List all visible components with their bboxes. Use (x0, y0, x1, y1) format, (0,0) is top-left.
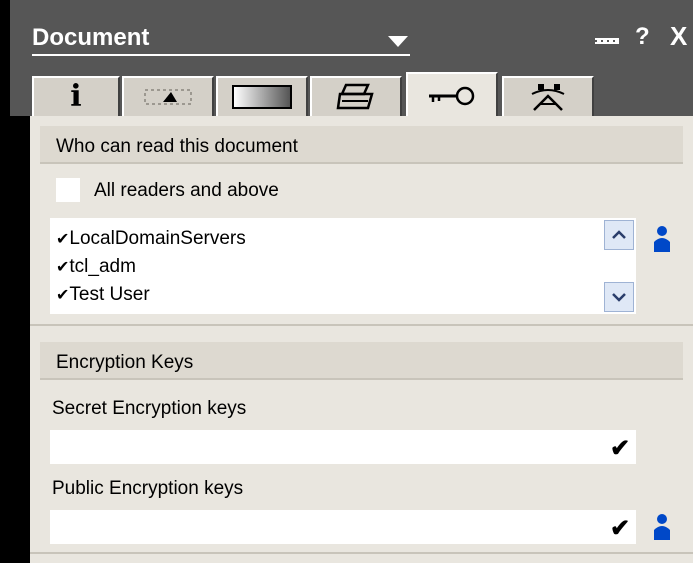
section-divider (30, 324, 693, 326)
tab-network[interactable] (502, 76, 594, 116)
printer-icon (336, 83, 374, 110)
help-icon[interactable]: ? (635, 23, 650, 51)
window-frame: Document ? X i Who can read this documen… (0, 0, 693, 563)
dropdown-arrow-icon[interactable] (388, 36, 408, 47)
tab-strip: i (10, 64, 693, 118)
scroll-down-button[interactable] (604, 282, 634, 312)
network-icon (531, 84, 565, 111)
close-icon[interactable]: X (670, 21, 687, 52)
check-icon: ✔ (56, 259, 70, 276)
public-keys-label: Public Encryption keys (52, 478, 244, 499)
person-icon[interactable] (652, 224, 672, 254)
check-icon: ✔ (56, 287, 70, 304)
title-underline (32, 54, 410, 56)
chevron-down-icon (612, 293, 626, 302)
scroll-up-button[interactable] (604, 220, 634, 250)
readers-listbox[interactable]: ✔LocalDomainServers ✔tcl_adm ✔Test User (50, 218, 606, 314)
field-icon (144, 89, 192, 105)
tab-field[interactable] (122, 76, 214, 116)
tab-printer[interactable] (310, 76, 402, 116)
tab-encryption[interactable] (406, 72, 498, 118)
all-readers-label: All readers and above (94, 180, 279, 201)
reader-name: Test User (69, 284, 150, 305)
public-keys-field[interactable] (50, 510, 636, 544)
list-item[interactable]: ✔Test User (56, 284, 150, 306)
section-header-encryption: Encryption Keys (40, 342, 683, 380)
list-item[interactable]: ✔LocalDomainServers (56, 228, 246, 250)
tab-gradient[interactable] (216, 76, 308, 116)
all-readers-checkbox[interactable] (56, 178, 80, 202)
key-icon (429, 86, 475, 106)
check-icon[interactable]: ✔ (610, 434, 630, 463)
title-bar: Document ? X (10, 0, 693, 64)
chevron-up-icon (612, 230, 626, 239)
list-item[interactable]: ✔tcl_adm (56, 256, 136, 278)
gradient-icon (232, 85, 292, 109)
secret-keys-field[interactable] (50, 430, 636, 464)
tab-info[interactable]: i (32, 76, 120, 116)
window-title: Document (32, 24, 150, 51)
minimize-icon[interactable] (595, 38, 619, 44)
check-icon[interactable]: ✔ (610, 514, 630, 543)
secret-keys-label: Secret Encryption keys (52, 398, 247, 419)
person-icon[interactable] (652, 512, 672, 542)
reader-name: LocalDomainServers (69, 228, 246, 249)
info-icon: i (70, 79, 82, 114)
check-icon: ✔ (56, 231, 70, 248)
section-divider (30, 552, 693, 554)
section-header-readers: Who can read this document (40, 126, 683, 164)
reader-name: tcl_adm (69, 256, 136, 277)
